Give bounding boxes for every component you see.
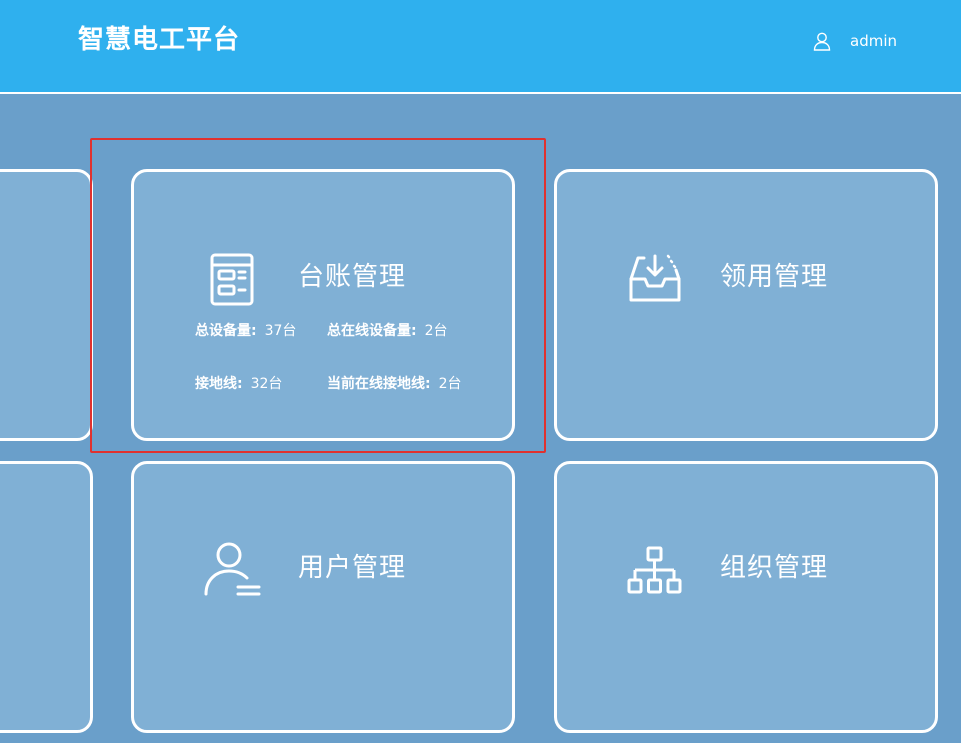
- card-organization-title: 组织管理: [720, 553, 829, 583]
- card-requisition-management[interactable]: 领用管理: [554, 169, 938, 441]
- stat-total-devices: 总设备量: 37台: [195, 321, 296, 341]
- card-ledger-management[interactable]: 台账管理 总设备量: 37台 总在线设备量: 2台 接地线: 32台 当前在线接地线:…: [131, 169, 515, 441]
- stat-online-ground-wires: 当前在线接地线: 2台: [327, 374, 462, 394]
- card-ledger-title: 台账管理: [298, 262, 407, 292]
- stat-label: 总在线设备量:: [327, 323, 417, 339]
- app-title: 智慧电工平台: [78, 25, 241, 55]
- username-label: admin: [850, 32, 897, 50]
- card-requisition-title: 领用管理: [720, 262, 829, 292]
- card-organization-management[interactable]: 组织管理: [554, 461, 938, 733]
- stat-label: 接地线:: [195, 376, 243, 392]
- card-user-title: 用户管理: [298, 553, 407, 583]
- org-chart-icon: [627, 546, 682, 594]
- card-user-management[interactable]: 用户管理: [131, 461, 515, 733]
- stat-label: 当前在线接地线:: [327, 376, 431, 392]
- card-partial-left-top[interactable]: [0, 169, 93, 441]
- user-management-icon: [204, 542, 261, 596]
- stat-value: 32台: [250, 376, 283, 392]
- stat-value: 2台: [438, 376, 462, 392]
- stat-value: 2台: [424, 323, 448, 339]
- stat-label: 总设备量:: [195, 323, 257, 339]
- card-partial-left-bottom[interactable]: [0, 461, 93, 733]
- stat-ground-wires: 接地线: 32台: [195, 374, 282, 394]
- dashboard-grid: 台账管理 总设备量: 37台 总在线设备量: 2台 接地线: 32台 当前在线接地线:…: [0, 94, 961, 743]
- user-menu[interactable]: admin: [812, 28, 897, 54]
- top-header: 智慧电工平台 admin: [0, 0, 961, 94]
- stat-total-online-devices: 总在线设备量: 2台: [327, 321, 448, 341]
- user-icon: [813, 32, 831, 51]
- stat-value: 37台: [264, 323, 297, 339]
- inbox-download-icon: [629, 254, 681, 302]
- ledger-icon: [210, 253, 254, 306]
